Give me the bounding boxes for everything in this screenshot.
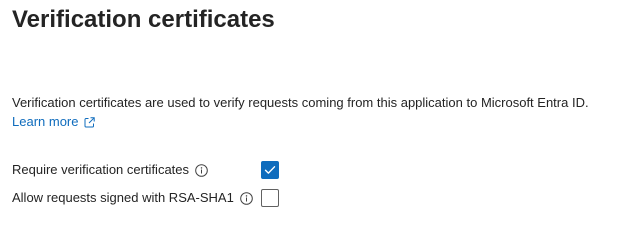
info-icon[interactable] — [195, 163, 208, 177]
allow-rsa-sha1-label: Allow requests signed with RSA-SHA1 — [12, 190, 234, 205]
verification-certificates-panel: Verification certificates Verification c… — [0, 0, 622, 244]
allow-rsa-sha1-checkbox[interactable] — [261, 189, 279, 207]
option-row-allow-rsa-sha1: Allow requests signed with RSA-SHA1 — [12, 188, 279, 208]
require-verification-label: Require verification certificates — [12, 162, 190, 177]
page-title: Verification certificates — [12, 6, 275, 33]
learn-more-label: Learn more — [12, 114, 79, 129]
learn-more-link[interactable]: Learn more — [12, 113, 96, 131]
description-text: Verification certificates are used to ve… — [12, 95, 589, 110]
option-row-require-verification: Require verification certificates — [12, 160, 279, 180]
require-verification-checkbox[interactable] — [261, 161, 279, 179]
info-icon[interactable] — [240, 191, 253, 205]
external-link-icon — [84, 116, 96, 128]
